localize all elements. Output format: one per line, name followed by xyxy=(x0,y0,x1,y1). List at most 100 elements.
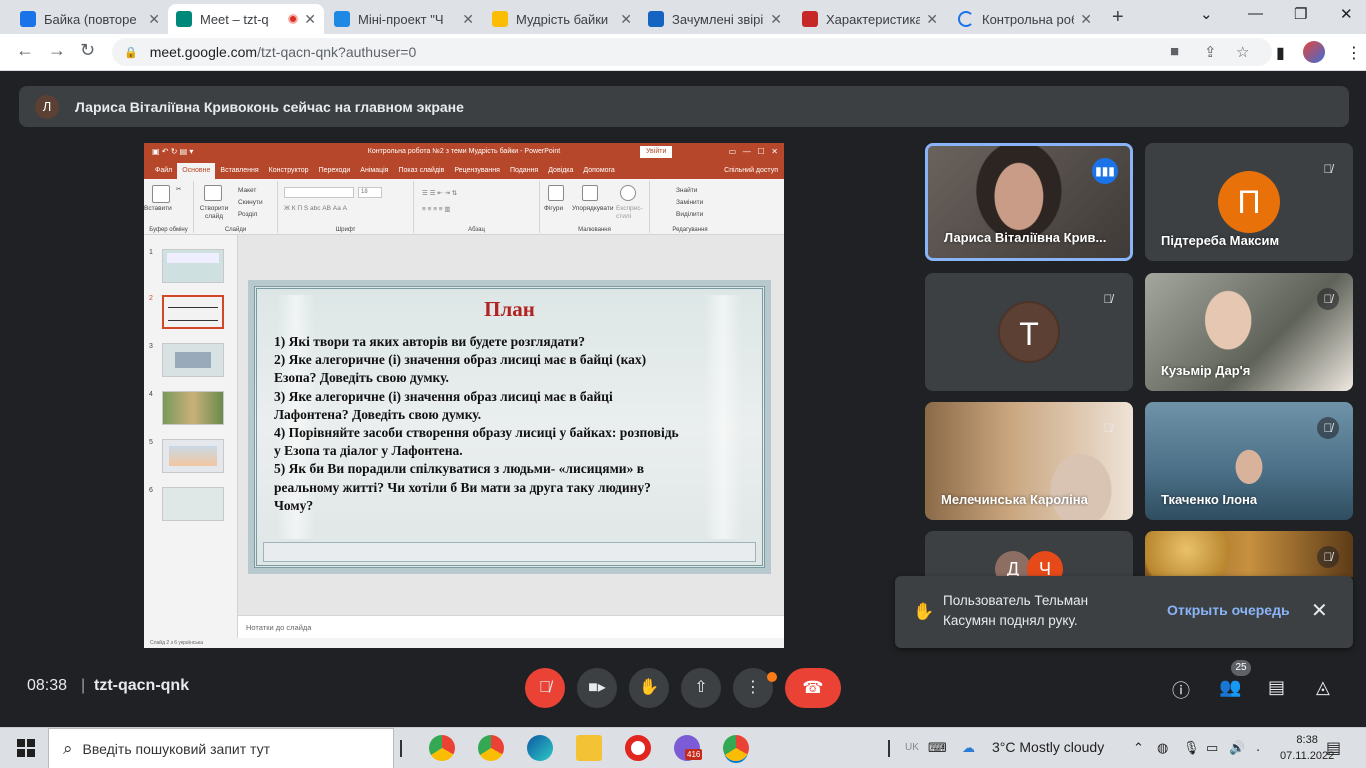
new-tab-icon[interactable]: + xyxy=(1112,6,1124,29)
new-slide-icon[interactable] xyxy=(204,185,222,201)
battery-icon[interactable]: ▭ xyxy=(1206,740,1218,756)
present-screen-button[interactable]: ⇧ xyxy=(681,668,721,708)
profile-avatar[interactable] xyxy=(1303,41,1325,63)
ribbon-tab[interactable]: Рецензування xyxy=(449,163,505,179)
arrange-label[interactable]: Упорядкувати xyxy=(572,205,613,212)
browser-tab-4[interactable]: Мудрість байки ✕ xyxy=(484,4,640,34)
reload-icon[interactable]: ↻ xyxy=(80,40,95,61)
cut-icon[interactable]: ✂ xyxy=(176,185,181,193)
chrome-app-icon-active[interactable] xyxy=(723,735,749,761)
close-tab-icon[interactable]: ✕ xyxy=(926,11,938,28)
slide-footer-placeholder[interactable] xyxy=(263,542,756,562)
align-icons[interactable]: ≡ ≡ ≡ ≡ ▥ xyxy=(422,205,451,213)
quick-styles-label[interactable]: Експрес-стилі xyxy=(616,205,646,221)
chrome-app-icon[interactable] xyxy=(478,735,504,761)
share-button[interactable]: Спільний доступ xyxy=(724,163,778,179)
participant-tile[interactable]: Т 🎙̸ xyxy=(925,273,1133,391)
meeting-details-icon[interactable]: ⓘ xyxy=(1172,677,1190,703)
quick-styles-icon[interactable] xyxy=(620,185,636,201)
taskbar-search-field[interactable]: ⌕ Введіть пошуковий запит тут xyxy=(48,728,394,768)
reset-label[interactable]: Скинути xyxy=(238,199,263,206)
edge-app-icon[interactable] xyxy=(527,735,553,761)
mic-off-button[interactable]: 🎙̸ xyxy=(525,668,565,708)
notifications-icon[interactable]: ▤ xyxy=(1326,738,1341,758)
browser-tab-7[interactable]: Контрольна роб ✕ xyxy=(950,4,1100,34)
ribbon-tab[interactable]: Довідка xyxy=(543,163,578,179)
camera-in-use-icon[interactable]: ■ xyxy=(1170,43,1179,60)
close-tab-icon[interactable]: ✕ xyxy=(770,11,782,28)
find-label[interactable]: Знайти xyxy=(676,187,697,194)
participant-tile-presenter[interactable]: ▮▮▮ Лариса Віталіївна Крив... xyxy=(925,143,1133,261)
ribbon-tab[interactable]: Подання xyxy=(505,163,543,179)
current-slide[interactable]: План 1) Які твори та яких авторів ви буд… xyxy=(248,280,771,574)
slide-thumbnail-6[interactable] xyxy=(162,487,224,521)
side-panel-icon[interactable]: ▮ xyxy=(1276,43,1285,63)
minimize-icon[interactable]: — xyxy=(1248,5,1263,22)
participant-tile[interactable]: 🎙̸ Мелечинська Кароліна xyxy=(925,402,1133,520)
raise-hand-button[interactable]: ✋ xyxy=(629,668,669,708)
participant-tile[interactable]: 🎙̸ Кузьмір Дар'я xyxy=(1145,273,1353,391)
leave-call-button[interactable]: ☎ xyxy=(785,668,841,708)
browser-tab-3[interactable]: Міні-проект "Ч ✕ xyxy=(326,4,482,34)
open-queue-button[interactable]: Открыть очередь xyxy=(1167,602,1290,618)
browser-tab-1[interactable]: Байка (повторе ✕ xyxy=(12,4,168,34)
windows-start-icon[interactable] xyxy=(17,739,35,757)
network-icon[interactable]: ◍ xyxy=(1157,740,1168,756)
ribbon-tab[interactable]: Вставлення xyxy=(215,163,263,179)
paste-icon[interactable] xyxy=(152,185,170,203)
chat-icon[interactable]: ▤ xyxy=(1268,677,1285,698)
font-family-field[interactable] xyxy=(284,187,354,198)
microphone-icon[interactable]: 🎙 xyxy=(1183,740,1200,756)
chrome-menu-icon[interactable]: ⋮ xyxy=(1346,43,1362,63)
new-slide-label[interactable]: Створити слайд xyxy=(198,205,230,221)
people-icon[interactable]: 👥 xyxy=(1219,677,1241,698)
chrome-app-icon[interactable] xyxy=(429,735,455,761)
close-tab-icon[interactable]: ✕ xyxy=(462,11,474,28)
slide-thumbnail-5[interactable] xyxy=(162,439,224,473)
close-tab-icon[interactable]: ✕ xyxy=(148,11,160,28)
slide-thumbnail-2-selected[interactable] xyxy=(162,295,224,329)
ribbon-tab-help[interactable]: Допомога xyxy=(578,163,619,179)
tab-search-chevron-icon[interactable]: ⌄ xyxy=(1200,5,1213,23)
ime-icon[interactable]: ㆍ xyxy=(1252,740,1264,759)
weather-text[interactable]: 3°C Mostly cloudy xyxy=(992,739,1104,755)
ribbon-tab[interactable]: Переходи xyxy=(314,163,356,179)
participant-tile-grouped[interactable]: Д Ч xyxy=(925,531,1133,577)
powerpoint-window-controls-icon[interactable]: ▭ — ☐ ✕ xyxy=(729,143,778,161)
participant-tile[interactable]: 🎙̸ xyxy=(1145,531,1353,577)
layout-label[interactable]: Макет xyxy=(238,187,256,194)
select-label[interactable]: Виділити xyxy=(676,211,703,218)
camera-button[interactable]: ■▸ xyxy=(577,668,617,708)
participant-tile[interactable]: П 🎙̸ Підтереба Максим xyxy=(1145,143,1353,261)
forward-icon[interactable]: → xyxy=(48,40,66,61)
list-icons[interactable]: ☰ ☰ ⇤ ⇥ ⇅ xyxy=(422,189,457,197)
section-label[interactable]: Розділ xyxy=(238,211,257,218)
show-hidden-icons-icon[interactable]: ⌃ xyxy=(1133,740,1144,756)
opera-app-icon[interactable] xyxy=(625,735,651,761)
browser-tab-meet[interactable]: Meet – tzt-q ✕ xyxy=(168,4,324,34)
close-tab-icon[interactable]: ✕ xyxy=(1080,11,1092,28)
language-indicator[interactable]: UK xyxy=(905,742,919,753)
font-format-icons[interactable]: Ж К П S abc АВ Аа А xyxy=(284,205,347,212)
ribbon-tab[interactable]: Файл xyxy=(150,163,177,179)
ribbon-tab[interactable]: Конструктор xyxy=(264,163,314,179)
font-size-field[interactable]: 18 xyxy=(358,187,382,198)
participant-tile[interactable]: 🎙̸ Ткаченко Ілона xyxy=(1145,402,1353,520)
browser-tab-5[interactable]: Зачумлені звірі ✕ xyxy=(640,4,790,34)
keyboard-icon[interactable]: ⌨ xyxy=(928,740,947,756)
powerpoint-signin-button[interactable]: Увійти xyxy=(640,146,673,158)
share-icon[interactable]: ⇪ xyxy=(1204,43,1217,61)
shapes-icon[interactable] xyxy=(548,185,564,201)
url-field[interactable]: 🔒 meet.google.com /tzt-qacn-qnk?authuser… xyxy=(112,38,1272,66)
file-explorer-icon[interactable] xyxy=(576,735,602,761)
slide-thumbnail-1[interactable] xyxy=(162,249,224,283)
close-notification-icon[interactable]: ✕ xyxy=(1311,598,1328,623)
close-tab-icon[interactable]: ✕ xyxy=(304,11,316,28)
slide-thumbnail-3[interactable] xyxy=(162,343,224,377)
paste-label[interactable]: Вставити xyxy=(144,205,172,212)
arrange-icon[interactable] xyxy=(582,185,598,201)
ribbon-tab-home[interactable]: Основне xyxy=(177,163,216,179)
replace-label[interactable]: Замінити xyxy=(676,199,703,206)
browser-tab-6[interactable]: Характеристика ✕ xyxy=(794,4,946,34)
ribbon-tab[interactable]: Анімація xyxy=(355,163,393,179)
